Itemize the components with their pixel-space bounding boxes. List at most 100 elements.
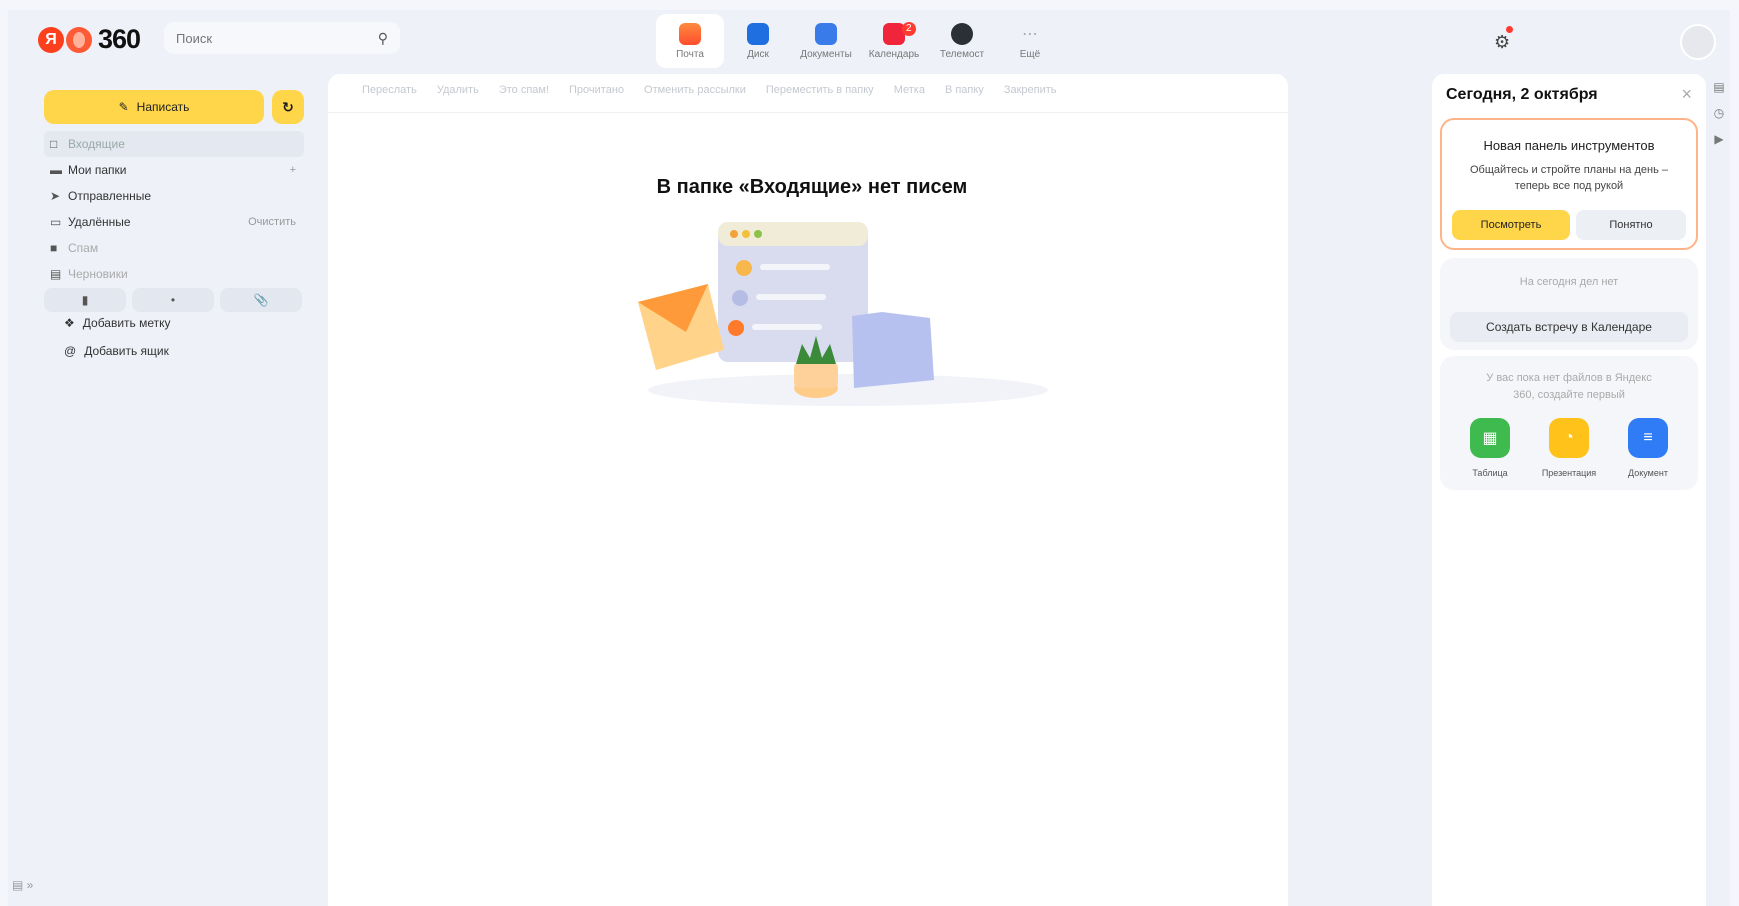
folder-drafts[interactable]: ▤ Черновики [44, 261, 304, 287]
folder-label: Черновики [68, 267, 128, 281]
toolbar-label[interactable]: Метка [894, 84, 925, 96]
toolbar-spam[interactable]: Это спам! [499, 84, 549, 96]
spam-icon: ■ [50, 241, 58, 255]
yandex-360-logo[interactable]: Я 360 [38, 24, 141, 55]
add-mailbox-link[interactable]: @ Добавить ящик [64, 344, 169, 358]
toolbar-divider [328, 112, 1288, 113]
service-label: Почта [676, 48, 704, 60]
avatar[interactable] [1680, 24, 1716, 60]
service-label: Календарь [868, 48, 920, 60]
mail-app: Я 360 ⚲ Почта Диск Документы 2 [8, 10, 1730, 906]
toolbar-read[interactable]: Прочитано [569, 84, 624, 96]
video-icon[interactable]: ▶ [1708, 126, 1730, 152]
close-icon[interactable]: × [1681, 84, 1692, 105]
presentation-icon: ◔ [1549, 418, 1589, 458]
folder-my-folders[interactable]: ▬ Мои папки + [44, 157, 304, 183]
bookmark-filter-button[interactable]: ▮ [44, 288, 126, 312]
add-mailbox-text: Добавить ящик [84, 344, 169, 358]
toolbar-to-folder[interactable]: В папку [945, 84, 984, 96]
folder-deleted[interactable]: ▭ Удалённые Очистить [44, 209, 304, 235]
document-icon: ≡ [1628, 418, 1668, 458]
disk-service-icon [747, 22, 769, 45]
message-toolbar: Переслать Удалить Это спам! Прочитано От… [362, 84, 1057, 96]
attachment-filter-button[interactable]: 📎 [220, 288, 302, 312]
tag-icon: ❖ [64, 316, 75, 330]
service-label: Диск [747, 48, 769, 60]
folder-label: Мои папки [68, 163, 127, 177]
service-calendar[interactable]: 2 Календарь [860, 14, 928, 68]
sent-icon: ➤ [50, 189, 61, 203]
table-icon: ▦ [1470, 418, 1510, 458]
unread-filter-button[interactable]: • [132, 288, 214, 312]
folder-inbox[interactable]: □ Входящие [44, 131, 304, 157]
search-icon[interactable]: ⚲ [378, 30, 388, 47]
telemost-service-icon [951, 22, 973, 45]
events-card: На сегодня дел нет Создать встречу в Кал… [1440, 258, 1698, 350]
view-button[interactable]: Посмотреть [1452, 210, 1570, 240]
add-label-text: Добавить метку [82, 316, 171, 330]
add-label-link[interactable]: ❖ Добавить метку [64, 316, 171, 330]
no-files-text: У вас пока нет файлов в Яндекс 360, созд… [1486, 372, 1652, 401]
refresh-button[interactable]: ↻ [272, 90, 304, 124]
trash-icon: ▭ [50, 215, 62, 229]
folder-list: □ Входящие ▬ Мои папки + ➤ Отправленные … [44, 131, 304, 287]
toolbar-pin[interactable]: Закрепить [1004, 84, 1057, 96]
clock-icon[interactable]: ◷ [1708, 100, 1730, 126]
service-mail[interactable]: Почта [656, 14, 724, 68]
search-input[interactable] [176, 30, 356, 46]
refresh-icon: ↻ [282, 98, 294, 115]
360-ring-icon [66, 26, 92, 53]
create-doc-buttons: ▦ Таблица ◔ Презентация ≡ Документ [1452, 418, 1686, 478]
create-meeting-button[interactable]: Создать встречу в Календаре [1450, 312, 1688, 342]
documents-service-icon [815, 22, 837, 45]
today-title: Сегодня, 2 октября [1446, 86, 1598, 103]
folder-spam[interactable]: ■ Спам [44, 235, 304, 261]
got-it-button[interactable]: Понятно [1576, 210, 1686, 240]
right-rail: ▤ ◷ ▶ [1708, 74, 1730, 152]
doc-label: Документ [1628, 468, 1668, 478]
panel-toggle-icon[interactable]: ▤ [1708, 74, 1730, 100]
sidebar-collapse-toggle[interactable]: ▤ » [12, 878, 33, 892]
message-area: Переслать Удалить Это спам! Прочитано От… [328, 74, 1288, 906]
toolbar-forward[interactable]: Переслать [362, 84, 417, 96]
search-box[interactable]: ⚲ [164, 22, 400, 54]
folder-label: Входящие [68, 137, 125, 151]
create-document-button[interactable]: ≡ Документ [1610, 418, 1686, 478]
toolbar-delete[interactable]: Удалить [437, 84, 479, 96]
promo-text: Общайтесь и стройте планы на день – тепе… [1470, 164, 1668, 192]
calendar-badge: 2 [902, 22, 916, 36]
folder-icon: ▬ [50, 163, 62, 177]
service-more[interactable]: ⋯ Ещё [996, 14, 1064, 68]
create-table-button[interactable]: ▦ Таблица [1452, 418, 1528, 478]
service-telemost[interactable]: Телемост [928, 14, 996, 68]
more-dots-icon: ⋯ [1022, 25, 1038, 43]
clear-trash-button[interactable]: Очистить [248, 216, 296, 228]
toolbar-unsubscribe[interactable]: Отменить рассылки [644, 84, 746, 96]
files-card: У вас пока нет файлов в Яндекс 360, созд… [1440, 356, 1698, 490]
no-events-text: На сегодня дел нет [1519, 276, 1619, 288]
service-label: Документы [800, 48, 852, 60]
compose-label: Написать [136, 100, 190, 114]
top-bar: Я 360 ⚲ Почта Диск Документы 2 [8, 10, 1730, 74]
folder-label: Спам [68, 241, 99, 255]
add-folder-button[interactable]: + [290, 164, 296, 176]
service-documents[interactable]: Документы [792, 14, 860, 68]
folder-sent[interactable]: ➤ Отправленные [44, 183, 304, 209]
create-presentation-button[interactable]: ◔ Презентация [1531, 418, 1607, 478]
service-disk[interactable]: Диск [724, 14, 792, 68]
compose-button[interactable]: ✎ Написать [44, 90, 264, 124]
folder-label: Удалённые [68, 215, 131, 229]
paperclip-icon: 📎 [253, 293, 269, 307]
compose-edit-icon: ✎ [118, 100, 129, 114]
logo-number: 360 [98, 24, 141, 54]
promo-title: Новая панель инструментов [1483, 138, 1655, 153]
drafts-icon: ▤ [50, 267, 62, 281]
toolbar-promo-card: Новая панель инструментов Общайтесь и ст… [1440, 118, 1698, 250]
ya-logo-icon: Я [38, 26, 64, 53]
toolbar-move[interactable]: Переместить в папку [766, 84, 874, 96]
settings-gear-icon[interactable]: ⚙ [1494, 26, 1513, 53]
left-sidebar: ✎ Написать ↻ □ Входящие ▬ Мои папки + ➤ … [28, 74, 316, 906]
folder-label: Отправленные [68, 189, 152, 203]
empty-inbox-illustration [638, 222, 1048, 406]
dot-icon: • [170, 293, 176, 307]
